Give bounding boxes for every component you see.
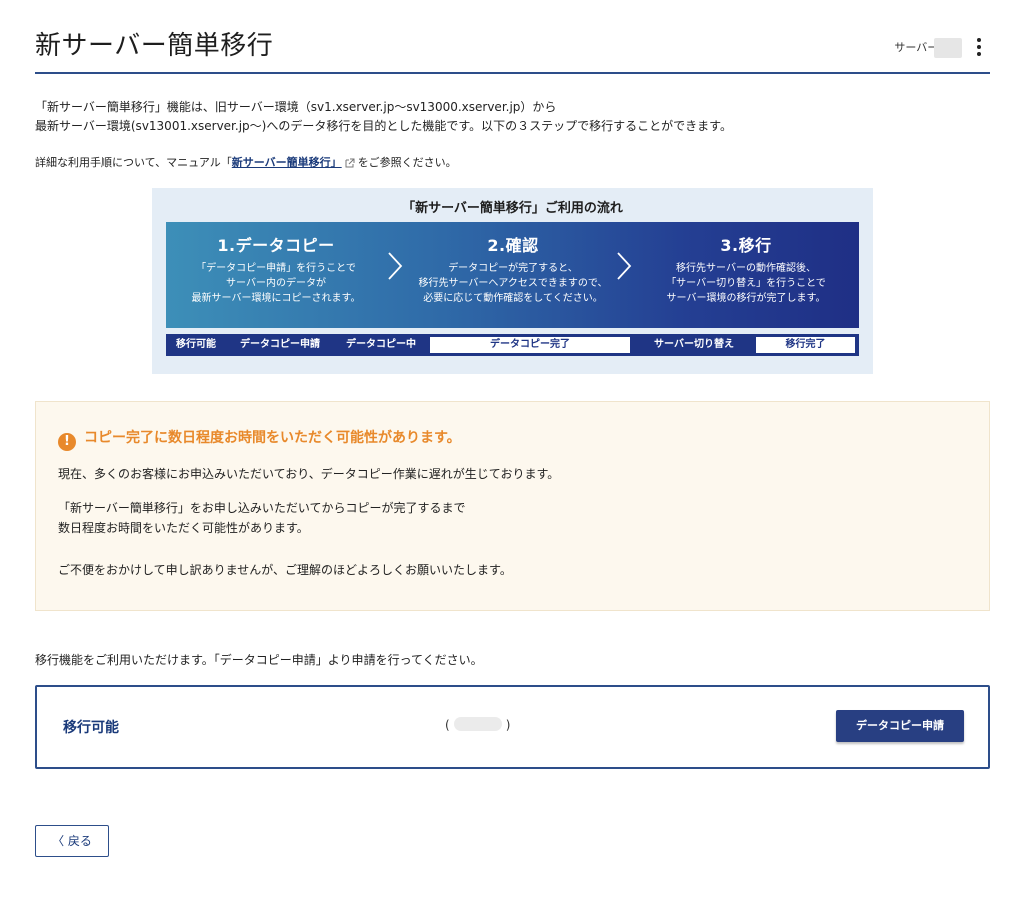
step-desc-line: 必要に応じて動作確認をしてください。 xyxy=(423,293,603,304)
step-title: 1.データコピー xyxy=(217,236,335,255)
step-desc-line: サーバー内のデータが xyxy=(226,278,326,289)
warning-icon: ! xyxy=(58,433,76,451)
notice-paragraph: 「新サーバー簡単移行」をお申し込みいただいてからコピーが完了するまで xyxy=(58,501,466,515)
page-header: 新サーバー簡単移行 サーバーID xyxy=(35,28,990,74)
step-title: 2.確認 xyxy=(487,236,539,255)
step-desc-line: 移行先サーバーへアクセスできますので、 xyxy=(418,278,608,289)
delay-notice: ! コピー完了に数日程度お時間をいただく可能性があります。 現在、多くのお客様にお… xyxy=(35,401,990,611)
step-data-copy: 1.データコピー 「データコピー申請」を行うことで サーバー内のデータが 最新サ… xyxy=(171,222,381,306)
more-menu-icon[interactable] xyxy=(970,34,988,60)
intro-text: 「新サーバー簡単移行」機能は、旧サーバー環境（sv1.xserver.jp〜sv… xyxy=(35,98,732,136)
data-copy-request-button[interactable]: データコピー申請 xyxy=(836,710,964,742)
migration-flow-diagram: 「新サーバー簡単移行」ご利用の流れ 1.データコピー 「データコピー申請」を行う… xyxy=(152,188,873,374)
step-migrate: 3.移行 移行先サーバーの動作確認後、 「サーバー切り替え」を行うことで サーバ… xyxy=(641,222,851,306)
chevron-right-icon xyxy=(388,252,403,280)
page-title: 新サーバー簡単移行 xyxy=(35,31,274,61)
availability-message: 移行機能をご利用いただけます。「データコピー申請」より申請を行ってください。 xyxy=(35,653,483,667)
step-title: 3.移行 xyxy=(720,236,772,255)
step-desc-line: 最新サーバー環境にコピーされます。 xyxy=(191,293,361,304)
migration-status-panel: 移行可能 () データコピー申請 xyxy=(35,685,990,769)
step-desc-line: 「サーバー切り替え」を行うことで xyxy=(666,278,826,289)
step-desc-line: サーバー環境の移行が完了します。 xyxy=(666,293,826,304)
intro-line-2: 最新サーバー環境(sv13001.xserver.jp〜)へのデータ移行を目的と… xyxy=(35,119,732,133)
notice-heading-text: コピー完了に数日程度お時間をいただく可能性があります。 xyxy=(84,430,461,446)
chevron-right-icon xyxy=(617,252,632,280)
step-desc-line: 「データコピー申請」を行うことで xyxy=(196,263,356,274)
step-description: 「データコピー申請」を行うことで サーバー内のデータが 最新サーバー環境にコピー… xyxy=(171,261,381,306)
stage-available: 移行可能 xyxy=(176,339,216,350)
intro-line-1: 「新サーバー簡単移行」機能は、旧サーバー環境（sv1.xserver.jp〜sv… xyxy=(35,100,557,114)
paren-open: ( xyxy=(445,718,450,732)
paren-close: ) xyxy=(505,718,511,732)
step-desc-line: 移行先サーバーの動作確認後、 xyxy=(676,263,816,274)
external-link-icon[interactable] xyxy=(345,158,355,168)
manual-link[interactable]: 新サーバー簡単移行」 xyxy=(232,156,342,169)
notice-paragraph: 数日程度お時間をいただく可能性があります。 xyxy=(58,521,309,535)
stage-progress-bar: 移行可能 データコピー申請 データコピー中 データコピー完了 サーバー切り替え … xyxy=(166,334,859,356)
step-description: データコピーが完了すると、 移行先サーバーへアクセスできますので、 必要に応じて… xyxy=(408,261,618,306)
manual-suffix: をご参照ください。 xyxy=(357,156,457,169)
step-description: 移行先サーバーの動作確認後、 「サーバー切り替え」を行うことで サーバー環境の移… xyxy=(641,261,851,306)
server-id-value xyxy=(934,38,962,58)
stage-migration-complete: 移行完了 xyxy=(756,337,855,353)
manual-prefix: 詳細な利用手順について、マニュアル「 xyxy=(35,156,232,169)
notice-paragraph: 現在、多くのお客様にお申込みいただいており、データコピー作業に遅れが生じておりま… xyxy=(58,467,560,481)
step-desc-line: データコピーが完了すると、 xyxy=(448,263,578,274)
manual-reference: 詳細な利用手順について、マニュアル「新サーバー簡単移行」 をご参照ください。 xyxy=(35,155,457,171)
back-button[interactable]: 〈 戻る xyxy=(35,825,109,857)
stage-copy-complete: データコピー完了 xyxy=(430,337,630,353)
notice-heading: ! コピー完了に数日程度お時間をいただく可能性があります。 xyxy=(58,428,461,451)
stage-copy-request: データコピー申請 xyxy=(240,339,320,350)
flow-title: 「新サーバー簡単移行」ご利用の流れ xyxy=(402,201,623,216)
stage-server-switch: サーバー切り替え xyxy=(654,339,734,350)
status-detail: () xyxy=(445,717,510,732)
step-confirm: 2.確認 データコピーが完了すると、 移行先サーバーへアクセスできますので、 必… xyxy=(408,222,618,306)
flow-steps: 1.データコピー 「データコピー申請」を行うことで サーバー内のデータが 最新サ… xyxy=(166,222,859,328)
masked-value xyxy=(453,717,502,731)
status-label: 移行可能 xyxy=(63,720,119,736)
stage-copying: データコピー中 xyxy=(346,339,416,350)
notice-paragraph: ご不便をおかけして申し訳ありませんが、ご理解のほどよろしくお願いいたします。 xyxy=(58,563,512,577)
